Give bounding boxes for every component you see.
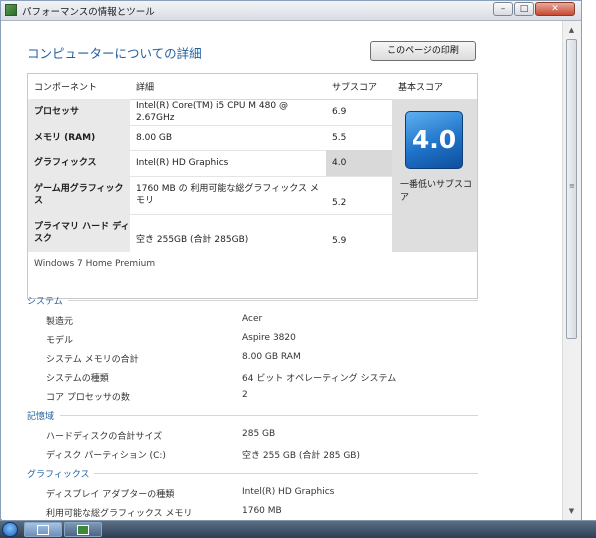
- info-value: Aspire 3820: [242, 333, 296, 343]
- title-bar[interactable]: パフォーマンスの情報とツール – □ ✕: [1, 1, 581, 21]
- score-table: コンポーネント 詳細 サブスコア 基本スコア プロセッサ Intel(R) Co…: [27, 73, 478, 299]
- info-value: 空き 255 GB (合計 285 GB): [242, 451, 360, 461]
- component-name: メモリ (RAM): [28, 125, 130, 150]
- print-page-button[interactable]: このページの印刷: [370, 41, 476, 61]
- header-base-score: 基本スコア: [398, 83, 444, 93]
- info-value: 285 GB: [242, 429, 276, 439]
- component-detail: Intel(R) HD Graphics: [136, 158, 229, 168]
- minimize-button[interactable]: –: [493, 2, 513, 16]
- grip-icon: ≡: [569, 182, 575, 190]
- info-label: モデル: [46, 336, 74, 346]
- score-table-header: コンポーネント 詳細 サブスコア 基本スコア: [28, 74, 477, 100]
- component-detail: 8.00 GB: [136, 132, 173, 143]
- section-title-graphics: グラフィックス: [27, 470, 90, 480]
- component-detail: 空き 255GB (合計 285GB): [136, 235, 249, 245]
- window-title: パフォーマンスの情報とツール: [22, 7, 155, 18]
- component-name: ゲーム用グラフィックス: [28, 176, 130, 214]
- component-detail: Intel(R) Core(TM) i5 CPU M 480 @ 2.67GHz: [136, 101, 288, 123]
- performance-icon: [77, 525, 89, 535]
- maximize-button[interactable]: □: [514, 2, 534, 16]
- page-title: コンピューターについての詳細: [27, 46, 202, 61]
- performance-window: パフォーマンスの情報とツール – □ ✕ コンピューターについての詳細 このペー…: [0, 0, 582, 520]
- taskbar: [0, 520, 596, 538]
- component-name: プロセッサ: [28, 99, 130, 125]
- info-value: Acer: [242, 314, 263, 324]
- header-component: コンポーネント: [34, 83, 98, 93]
- scroll-thumb[interactable]: ≡: [566, 39, 577, 339]
- base-score-badge: 4.0: [405, 111, 463, 169]
- window-icon: [37, 525, 49, 535]
- component-subscore: 4.0: [326, 150, 392, 176]
- info-value: 8.00 GB RAM: [242, 352, 301, 362]
- os-edition: Windows 7 Home Premium: [34, 259, 156, 269]
- info-label: ディスク パーティション (C:): [46, 451, 166, 461]
- info-label: 利用可能な総グラフィックス メモリ: [46, 509, 193, 519]
- section-divider: [60, 415, 478, 416]
- taskbar-item-explorer[interactable]: [24, 522, 62, 537]
- header-detail: 詳細: [136, 83, 155, 93]
- window-controls: – □ ✕: [493, 2, 575, 16]
- component-name: プライマリ ハード ディスク: [28, 214, 130, 252]
- section-divider: [94, 473, 478, 474]
- info-label: システム メモリの合計: [46, 355, 139, 365]
- content-area: コンピューターについての詳細 このページの印刷 コンポーネント 詳細 サブスコア…: [2, 21, 562, 520]
- scroll-down-icon[interactable]: ▼: [565, 504, 578, 518]
- component-subscore: 5.5: [332, 132, 347, 143]
- section-divider: [68, 300, 478, 301]
- info-value: 1760 MB: [242, 506, 282, 516]
- section-title-storage: 記憶域: [27, 412, 55, 422]
- info-label: 製造元: [46, 317, 74, 327]
- info-value: 2: [242, 390, 248, 400]
- info-label: システムの種類: [46, 374, 109, 384]
- app-icon: [5, 4, 17, 16]
- component-subscore: 6.9: [332, 107, 347, 117]
- vertical-scrollbar[interactable]: ▲ ≡ ▼: [562, 21, 581, 520]
- info-label: ハードディスクの合計サイズ: [46, 432, 163, 442]
- base-score-panel: 4.0 一番低いサブスコア: [392, 99, 477, 252]
- component-detail: 1760 MB の 利用可能な総グラフィックス メモリ: [136, 184, 319, 206]
- header-subscore: サブスコア: [332, 83, 378, 93]
- os-edition-row: Windows 7 Home Premium: [28, 252, 477, 298]
- component-name: グラフィックス: [28, 150, 130, 176]
- close-button[interactable]: ✕: [535, 2, 575, 16]
- info-label: コア プロセッサの数: [46, 393, 130, 403]
- base-score-label: 一番低いサブスコア: [400, 180, 473, 203]
- component-subscore: 5.9: [332, 236, 347, 246]
- info-label: ディスプレイ アダプターの種類: [46, 490, 175, 500]
- start-button[interactable]: [2, 522, 18, 537]
- info-value: Intel(R) HD Graphics: [242, 487, 335, 497]
- section-title-system: システム: [27, 297, 63, 307]
- component-subscore: 5.2: [332, 198, 347, 208]
- taskbar-item-performance[interactable]: [64, 522, 102, 537]
- scroll-up-icon[interactable]: ▲: [565, 23, 578, 37]
- info-value: 64 ビット オペレーティング システム: [242, 374, 397, 384]
